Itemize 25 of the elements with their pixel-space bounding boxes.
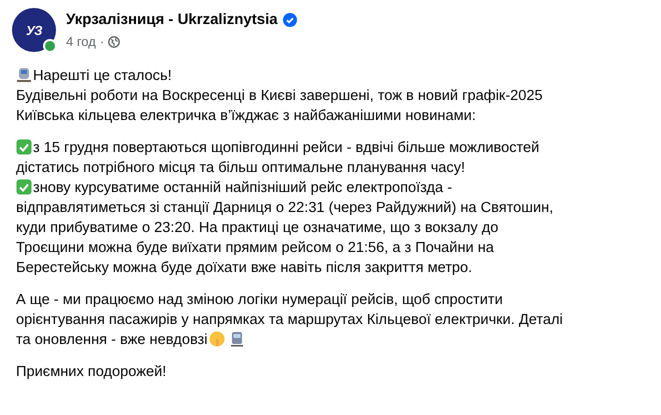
- post-text: Приємних подорожей!: [16, 364, 166, 380]
- post-text: та оновлення - вже невдовзі: [16, 332, 208, 348]
- post-text: Берестейську можна буде доїхати вже навіть після закриття метро.: [16, 260, 472, 276]
- post-text: відправлятиметься зі станції Дарниця о 22:31 (через Райдужний) на Святошин,: [16, 200, 554, 216]
- post-text: Нарешті це сталось!: [33, 68, 172, 84]
- post-text: Будівельні роботи на Воскресенці в Києві завершені, тож в новий графік-2025: [16, 88, 543, 104]
- shushing-face-icon: [209, 331, 226, 347]
- train-icon: [16, 67, 32, 83]
- check-icon: [16, 179, 32, 195]
- post-text: Київська кільцева електричка в’їжджає з найбажанішими новинами:: [16, 108, 476, 124]
- post-text: Троєщини можна буде виїхати прямим рейсом о 21:56, а з Почайни на: [16, 240, 494, 256]
- post-text: куди прибуватиме о 23:20. На практиці це означатиме, що з вокзалу до: [16, 220, 498, 236]
- post-text: А ще - ми працюємо над зміною логіки нумерації рейсів, щоб спростити: [16, 292, 503, 308]
- post-text: орієнтування пасажирів у напрямках та маршрутах Кільцевої електрички. Деталі: [16, 312, 563, 328]
- avatar-logo: УЗ: [26, 22, 42, 38]
- post-text: дістатись потрібного місця та більш оптимальне планування часу!: [16, 160, 466, 176]
- page-avatar[interactable]: УЗ: [12, 8, 56, 52]
- author-name[interactable]: Укрзалізниця - Ukrzaliznytsia: [66, 11, 278, 28]
- check-icon: [16, 139, 32, 155]
- post-text: з 15 грудня повертаються щопівгодинні рейси - вдвічі більше можливостей: [33, 140, 540, 156]
- metro-train-icon: [229, 331, 246, 347]
- globe-icon[interactable]: [108, 36, 120, 48]
- separator-dot: ·: [100, 34, 104, 49]
- post-time[interactable]: 4 год: [66, 34, 96, 49]
- post-text: знову курсуватиме останній найпізніший рейс електропоїзда -: [33, 180, 452, 196]
